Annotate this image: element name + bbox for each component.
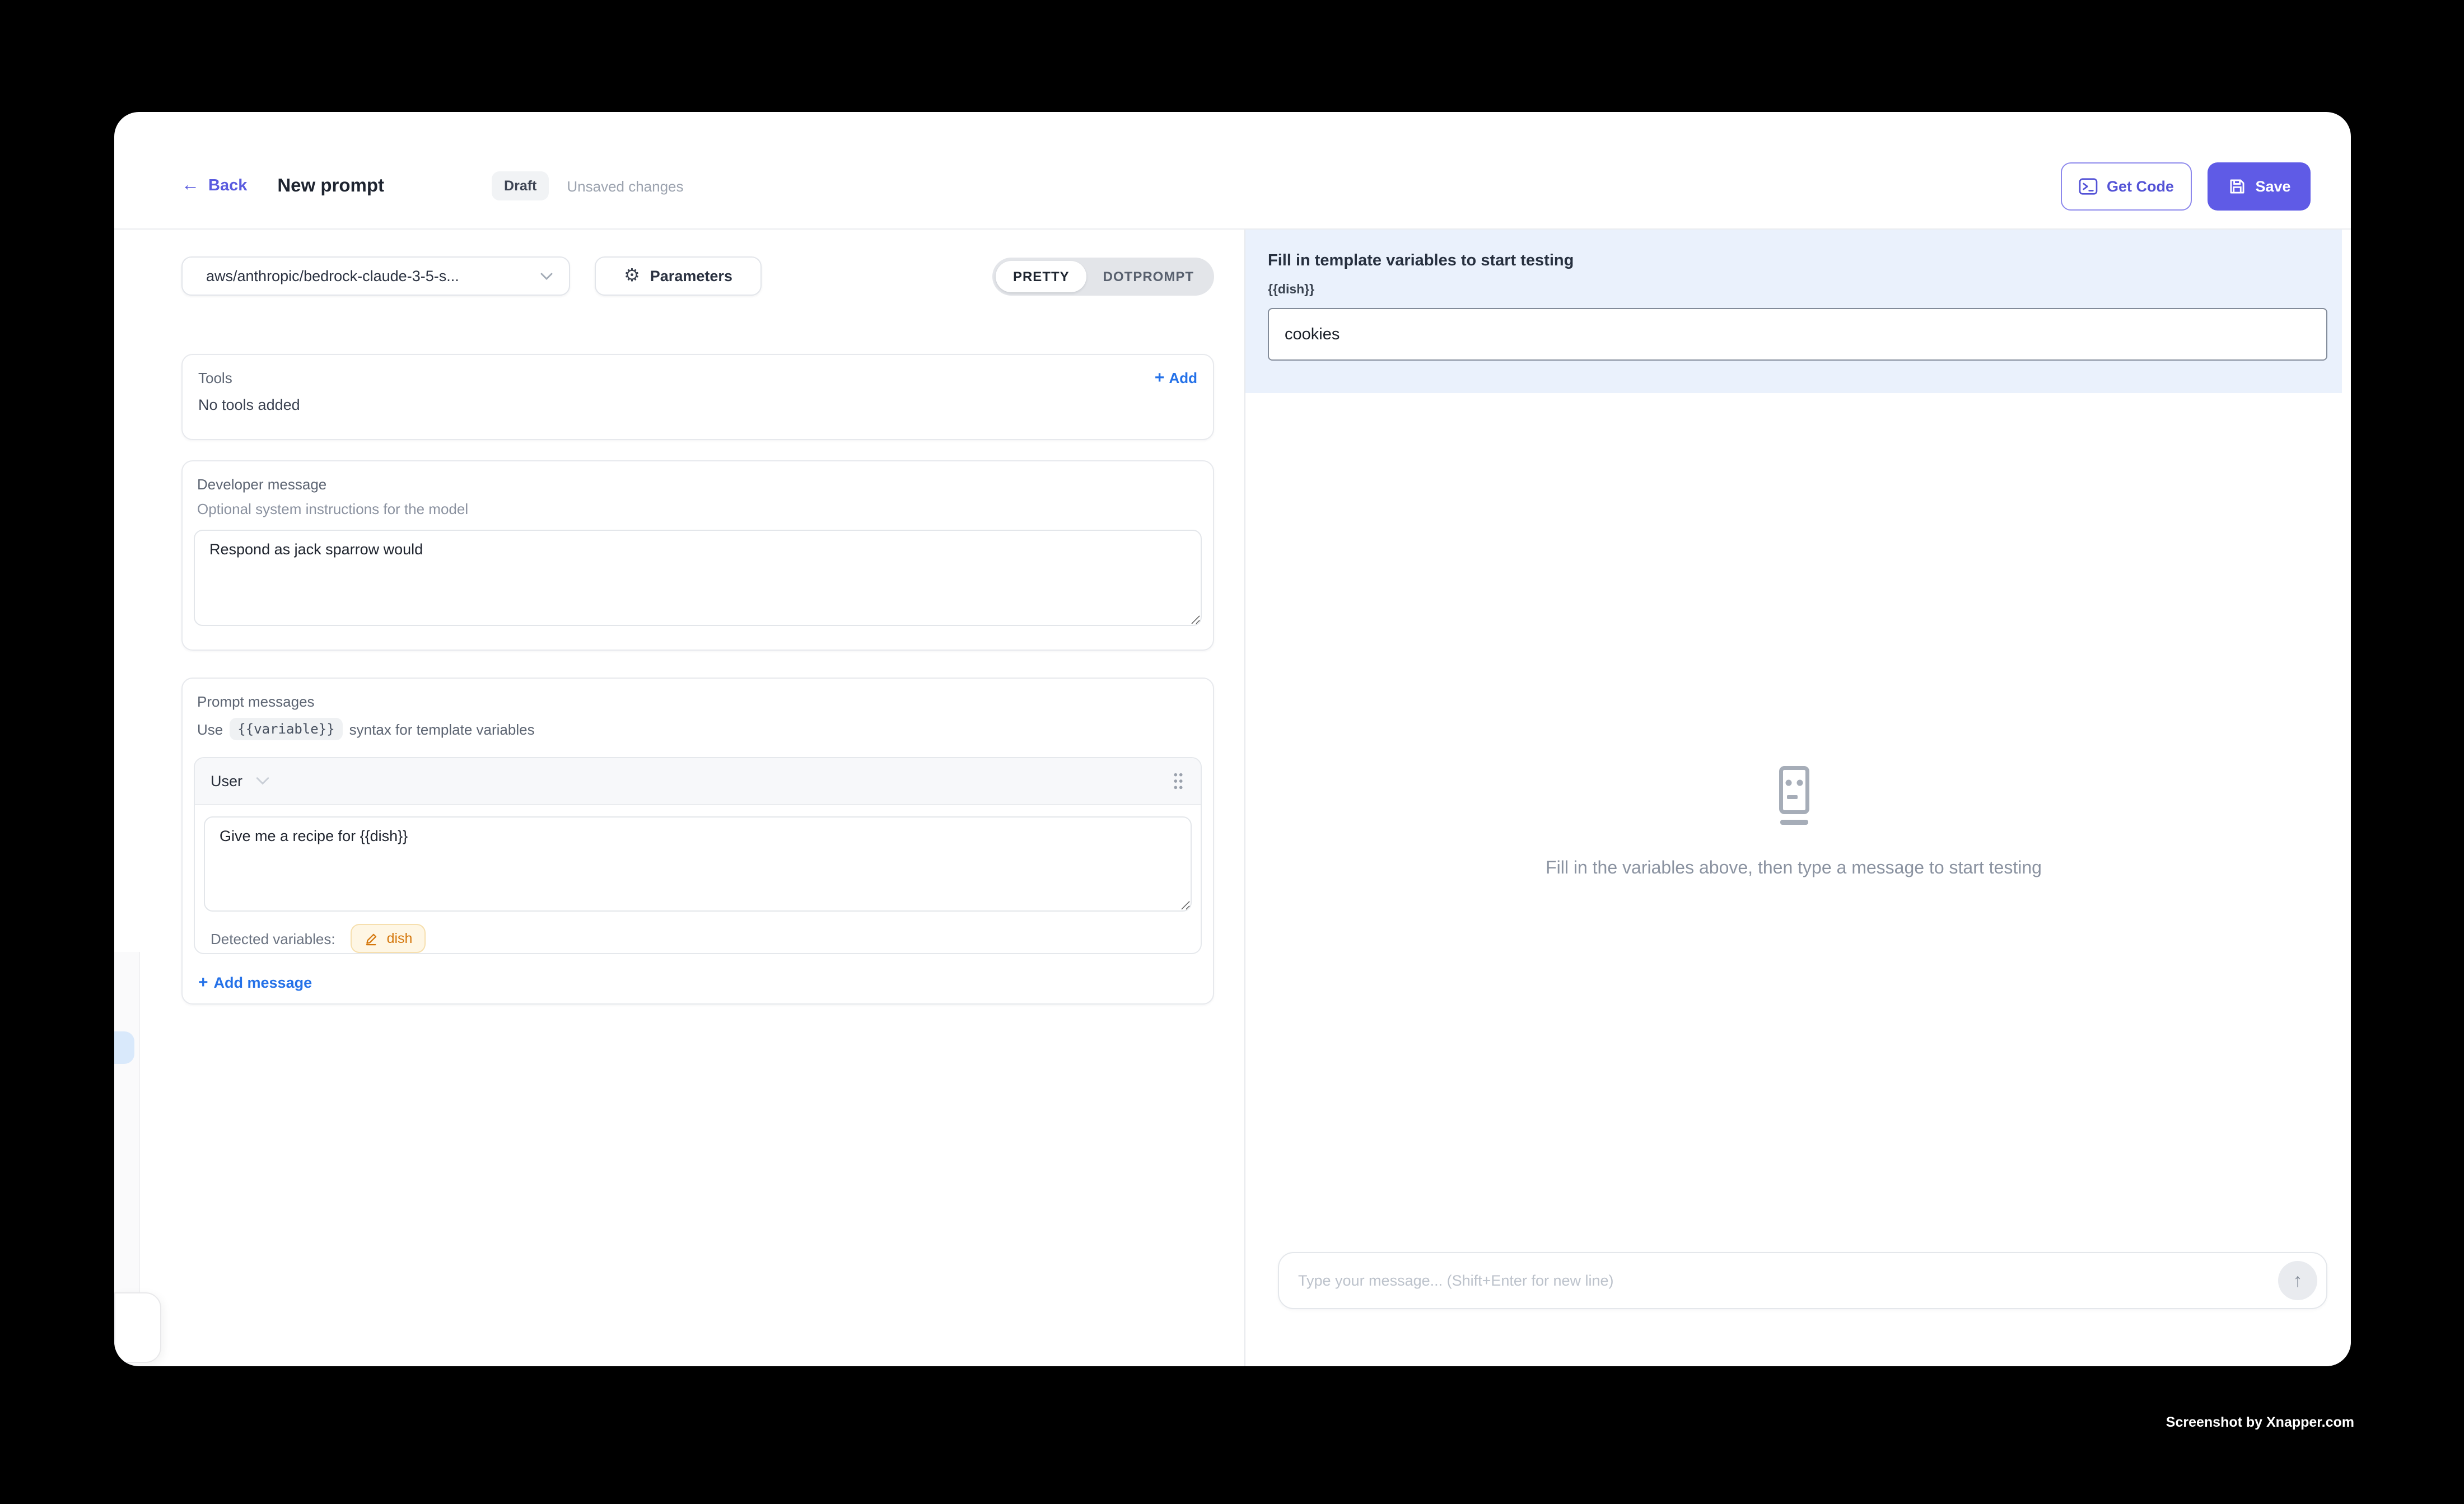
toggle-dotprompt[interactable]: DOTPROMPT: [1086, 260, 1211, 292]
tools-title: Tools: [198, 370, 232, 386]
gear-icon: ⚙: [624, 267, 640, 285]
plus-icon: +: [198, 974, 208, 991]
content: aws/anthropic/bedrock-claude-3-5-s... ⚙ …: [114, 230, 2351, 1366]
edge-partial-card: [114, 1292, 161, 1363]
developer-message-textarea[interactable]: Respond as jack sparrow would: [194, 530, 1202, 626]
parameters-button[interactable]: ⚙ Parameters: [595, 256, 762, 296]
developer-message-subtitle: Optional system instructions for the mod…: [197, 501, 1202, 517]
chat-input-bar: ↑: [1278, 1252, 2327, 1309]
prompt-messages-card: Prompt messages Use {{variable}} syntax …: [181, 678, 1214, 1005]
view-mode-toggle: PRETTY DOTPROMPT: [993, 257, 1214, 295]
variable-value-input[interactable]: [1268, 308, 2327, 361]
add-message-button[interactable]: + Add message: [198, 974, 1202, 991]
send-button[interactable]: ↑: [2278, 1261, 2317, 1300]
detected-variables-label: Detected variables:: [211, 930, 335, 947]
model-select[interactable]: aws/anthropic/bedrock-claude-3-5-s...: [181, 256, 570, 296]
tools-card: Tools + Add No tools added: [181, 354, 1214, 440]
drag-dots-icon: [1172, 772, 1185, 791]
chat-empty-state: Fill in the variables above, then type a…: [1245, 393, 2342, 1252]
developer-message-title: Developer message: [197, 476, 1202, 493]
get-code-button[interactable]: Get Code: [2061, 162, 2192, 210]
chat-message-input[interactable]: [1279, 1272, 2278, 1289]
model-toolbar: aws/anthropic/bedrock-claude-3-5-s... ⚙ …: [181, 256, 1214, 296]
role-select-value: User: [211, 773, 242, 790]
add-tool-label: Add: [1169, 370, 1197, 386]
chevron-down-icon: [255, 776, 269, 786]
watermark: Screenshot by Xnapper.com: [2166, 1414, 2354, 1430]
detected-variables-row: Detected variables: dish: [211, 924, 1185, 953]
add-tool-button[interactable]: + Add: [1155, 370, 1197, 386]
variable-chip-dish[interactable]: dish: [351, 924, 426, 953]
edge-highlight-chip: [114, 1031, 134, 1064]
toggle-pretty[interactable]: PRETTY: [996, 260, 1086, 292]
parameters-label: Parameters: [650, 268, 732, 284]
back-button[interactable]: ← Back: [181, 177, 247, 195]
hint-suffix: syntax for template variables: [349, 721, 535, 737]
page-title: New prompt: [277, 175, 384, 197]
variable-syntax-chip: {{variable}}: [230, 718, 342, 740]
role-select[interactable]: User: [211, 773, 269, 790]
variable-name-label: {{dish}}: [1268, 283, 2327, 297]
drag-handle[interactable]: [1172, 772, 1185, 791]
developer-message-card: Developer message Optional system instru…: [181, 460, 1214, 651]
terminal-icon: [2079, 178, 2098, 194]
template-variables-section: Fill in template variables to start test…: [1245, 230, 2342, 393]
template-syntax-hint: Use {{variable}} syntax for template var…: [197, 718, 1202, 740]
unsaved-changes-note: Unsaved changes: [567, 178, 683, 194]
back-arrow-icon: ←: [181, 177, 199, 195]
message-block: User: [194, 757, 1202, 954]
tools-card-header: Tools + Add: [198, 370, 1197, 386]
message-header: User: [195, 758, 1201, 805]
model-select-value: aws/anthropic/bedrock-claude-3-5-s...: [206, 268, 459, 284]
app-window: ← Back New prompt Draft Unsaved changes …: [114, 112, 2351, 1366]
variable-chip-label: dish: [387, 931, 413, 946]
back-label: Back: [208, 177, 247, 195]
save-floppy-icon: [2227, 176, 2246, 195]
empty-state-text: Fill in the variables above, then type a…: [1546, 859, 2042, 879]
status-badge: Draft: [492, 171, 549, 200]
arrow-up-icon: ↑: [2293, 1269, 2303, 1292]
test-panel-title: Fill in template variables to start test…: [1268, 252, 2327, 270]
add-message-label: Add message: [214, 974, 312, 991]
hint-prefix: Use: [197, 721, 223, 737]
edge-scroll-strip: [114, 952, 140, 1292]
robot-icon: [1778, 766, 1809, 829]
screenshot-stage: ← Back New prompt Draft Unsaved changes …: [0, 0, 2464, 1504]
editor-panel: aws/anthropic/bedrock-claude-3-5-s... ⚙ …: [114, 230, 1245, 1366]
plus-icon: +: [1155, 370, 1165, 386]
test-panel: Fill in template variables to start test…: [1245, 230, 2351, 1366]
chevron-down-icon: [540, 272, 553, 281]
save-label: Save: [2255, 178, 2290, 194]
get-code-label: Get Code: [2107, 178, 2174, 194]
save-button[interactable]: Save: [2208, 162, 2311, 210]
tools-empty-text: No tools added: [198, 396, 1197, 413]
prompt-messages-title: Prompt messages: [197, 693, 1202, 710]
message-textarea[interactable]: Give me a recipe for {{dish}}: [204, 816, 1192, 912]
header: ← Back New prompt Draft Unsaved changes …: [114, 112, 2351, 230]
edit-pencil-icon: [365, 931, 379, 946]
